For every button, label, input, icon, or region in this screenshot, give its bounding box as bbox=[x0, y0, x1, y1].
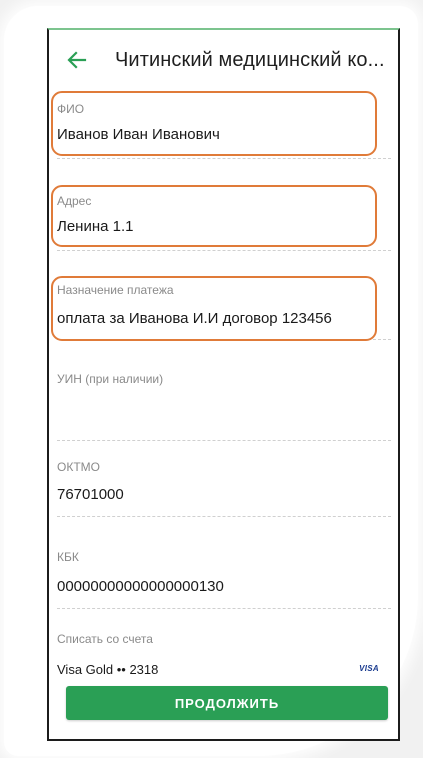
page-title: Читинский медицинский ко... bbox=[115, 48, 385, 71]
fio-value[interactable]: Иванов Иван Иванович bbox=[57, 126, 220, 143]
uin-field[interactable]: УИН (при наличии) bbox=[57, 372, 391, 441]
kbk-field[interactable]: КБК 00000000000000000130 bbox=[57, 550, 391, 609]
kbk-value[interactable]: 00000000000000000130 bbox=[57, 578, 224, 595]
arrow-left-icon[interactable] bbox=[65, 48, 89, 72]
app-bar: Читинский медицинский ко... bbox=[49, 30, 398, 90]
purpose-label: Назначение платежа bbox=[57, 283, 174, 297]
account-name: Visa Gold •• 2318 bbox=[57, 662, 159, 674]
visa-icon: VISA bbox=[359, 664, 379, 673]
account-selector[interactable]: Visa Gold •• 2318 VISA bbox=[57, 656, 391, 674]
phone-screen: Читинский медицинский ко... ФИО Иванов И… bbox=[47, 28, 400, 741]
address-value[interactable]: Ленина 1.1 bbox=[57, 218, 134, 235]
fio-label: ФИО bbox=[57, 102, 85, 116]
account-label: Списать со счета bbox=[57, 632, 153, 646]
purpose-value[interactable]: оплата за Иванова И.И договор 123456 bbox=[57, 310, 332, 327]
address-label: Адрес bbox=[57, 194, 92, 208]
oktmo-label: ОКТМО bbox=[57, 460, 100, 474]
kbk-label: КБК bbox=[57, 550, 79, 564]
continue-button[interactable]: ПРОДОЛЖИТЬ bbox=[66, 686, 388, 720]
fio-field[interactable]: ФИО Иванов Иван Иванович bbox=[57, 102, 391, 159]
uin-label: УИН (при наличии) bbox=[57, 372, 164, 386]
oktmo-value[interactable]: 76701000 bbox=[57, 486, 124, 503]
purpose-field[interactable]: Назначение платежа оплата за Иванова И.И… bbox=[57, 283, 391, 340]
oktmo-field[interactable]: ОКТМО 76701000 bbox=[57, 460, 391, 517]
address-field[interactable]: Адрес Ленина 1.1 bbox=[57, 194, 391, 251]
